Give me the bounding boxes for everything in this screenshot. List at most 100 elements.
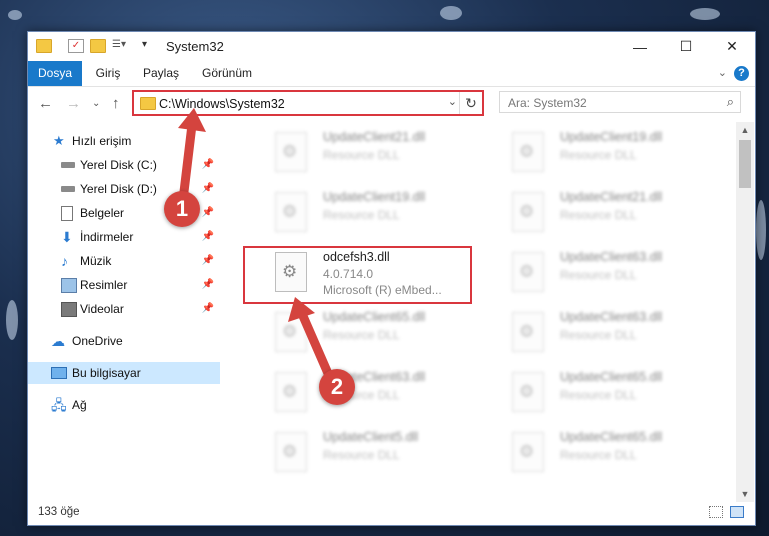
tab-file[interactable]: Dosya xyxy=(28,61,82,86)
file-type: Resource DLL xyxy=(323,328,400,342)
file-list: ⚙ UpdateClient21.dll Resource DLL ⚙ Upda… xyxy=(221,122,735,502)
search-icon[interactable]: ⌕ xyxy=(727,94,734,110)
file-item[interactable]: ⚙ UpdateClient63.dll Resource DLL xyxy=(275,368,505,424)
file-item[interactable]: ⚙ UpdateClient19.dll Resource DLL xyxy=(275,188,505,244)
scroll-up-icon[interactable]: ▲ xyxy=(736,122,754,138)
address-bar[interactable]: C:\Windows\System32 ⌄ ↻ xyxy=(132,90,484,116)
quick-access-dropdown-icon[interactable]: ▾ xyxy=(142,39,156,51)
tab-home[interactable]: Giriş xyxy=(86,61,130,86)
address-dropdown-icon[interactable]: ⌄ xyxy=(448,95,457,108)
navigation-pane: ★ Hızlı erişim Yerel Disk (C:) 📌 Yerel D… xyxy=(28,122,220,502)
maximize-button[interactable]: ☐ xyxy=(663,32,709,61)
download-icon: ⬇ xyxy=(61,229,73,245)
sidebar-item-network[interactable]: 🖧 Ağ xyxy=(28,394,220,416)
sidebar-item-pictures[interactable]: Resimler 📌 xyxy=(28,274,220,296)
scroll-down-icon[interactable]: ▼ xyxy=(736,486,754,502)
callout-1: 1 xyxy=(164,191,200,227)
minimize-button[interactable]: — xyxy=(617,32,663,61)
sidebar-item-downloads[interactable]: ⬇ İndirmeler 📌 xyxy=(28,226,220,248)
item-count: 133 öğe xyxy=(38,506,80,518)
new-folder-icon[interactable] xyxy=(90,39,106,53)
videos-icon xyxy=(61,302,77,317)
gear-icon: ⚙ xyxy=(519,322,535,341)
file-item[interactable]: ⚙ UpdateClient65.dll Resource DLL xyxy=(512,368,735,424)
file-item[interactable]: ⚙ UpdateClient19.dll Resource DLL xyxy=(512,128,735,184)
file-name: UpdateClient19.dll xyxy=(323,190,426,204)
address-path[interactable]: C:\Windows\System32 xyxy=(159,97,285,111)
sidebar-item-label: İndirmeler xyxy=(80,230,134,244)
file-item[interactable]: ⚙ UpdateClient21.dll Resource DLL xyxy=(275,128,505,184)
ribbon-tabs: Dosya Giriş Paylaş Görünüm ⌄ ? xyxy=(28,61,755,87)
pin-icon: 📌 xyxy=(201,231,214,242)
file-name: UpdateClient63.dll xyxy=(560,250,663,264)
sidebar-item-label: OneDrive xyxy=(72,334,123,348)
tab-share[interactable]: Paylaş xyxy=(136,61,186,86)
pin-icon: 📌 xyxy=(201,303,214,314)
file-item[interactable]: ⚙ UpdateClient65.dll Resource DLL xyxy=(275,308,505,364)
file-item[interactable]: ⚙ UpdateClient65.dll Resource DLL xyxy=(512,428,735,484)
highlight-box xyxy=(243,246,472,304)
recent-locations-icon[interactable]: ⌄ xyxy=(92,98,100,109)
sidebar-item-label: Müzik xyxy=(80,254,112,268)
refresh-icon[interactable]: ↻ xyxy=(459,92,482,114)
desktop-background xyxy=(6,300,18,340)
properties-icon[interactable]: ✓ xyxy=(68,39,84,53)
expand-ribbon-icon[interactable]: ⌄ xyxy=(718,66,727,79)
scroll-thumb[interactable] xyxy=(739,140,751,188)
folder-icon xyxy=(140,97,156,110)
gear-icon: ⚙ xyxy=(282,442,298,461)
sidebar-item-label: Yerel Disk (D:) xyxy=(80,182,157,196)
close-button[interactable]: ✕ xyxy=(709,32,755,61)
pictures-icon xyxy=(61,278,77,293)
sidebar-item-this-pc[interactable]: Bu bilgisayar xyxy=(28,362,220,384)
file-name: UpdateClient65.dll xyxy=(560,370,663,384)
documents-icon xyxy=(61,206,73,221)
customize-quick-access-icon[interactable]: ☰▾ xyxy=(112,39,136,51)
sidebar-item-onedrive[interactable]: ☁ OneDrive xyxy=(28,330,220,352)
tab-view[interactable]: Görünüm xyxy=(198,61,256,86)
gear-icon: ⚙ xyxy=(519,262,535,281)
desktop-background xyxy=(690,8,720,20)
file-type: Resource DLL xyxy=(323,208,400,222)
sidebar-item-videos[interactable]: Videolar 📌 xyxy=(28,298,220,320)
file-type: Resource DLL xyxy=(560,148,637,162)
forward-arrow-icon[interactable]: → xyxy=(66,95,81,112)
sidebar-item-label: Ağ xyxy=(72,398,87,412)
file-type: Resource DLL xyxy=(560,448,637,462)
help-icon[interactable]: ? xyxy=(734,66,749,81)
file-type: Resource DLL xyxy=(560,208,637,222)
cloud-icon: ☁ xyxy=(51,333,65,349)
file-item[interactable]: ⚙ UpdateClient63.dll Resource DLL xyxy=(512,308,735,364)
up-arrow-icon[interactable]: ↑ xyxy=(112,95,120,112)
gear-icon: ⚙ xyxy=(519,442,535,461)
file-type: Resource DLL xyxy=(560,388,637,402)
pin-icon: 📌 xyxy=(201,159,214,170)
sidebar-item-label: Belgeler xyxy=(80,206,125,220)
gear-icon: ⚙ xyxy=(282,382,298,401)
sidebar-item-label: Yerel Disk (C:) xyxy=(80,158,157,172)
gear-icon: ⚙ xyxy=(282,142,298,161)
status-bar: 133 öğe xyxy=(28,502,755,524)
sidebar-item-music[interactable]: ♪ Müzik 📌 xyxy=(28,250,220,272)
details-view-icon[interactable] xyxy=(709,506,723,518)
file-name: UpdateClient5.dll xyxy=(323,430,419,444)
search-placeholder[interactable]: Ara: System32 xyxy=(508,96,587,110)
file-item[interactable]: ⚙ UpdateClient5.dll Resource DLL xyxy=(275,428,505,484)
sidebar-item-local-disk-c[interactable]: Yerel Disk (C:) 📌 xyxy=(28,154,220,176)
desktop-background xyxy=(756,200,766,260)
navigation-bar: ← → ⌄ ↑ C:\Windows\System32 ⌄ ↻ Ara: Sys… xyxy=(28,87,755,121)
search-box[interactable]: Ara: System32 ⌕ xyxy=(499,91,741,113)
pin-icon: 📌 xyxy=(201,207,214,218)
file-type: Resource DLL xyxy=(323,448,400,462)
vertical-scrollbar[interactable]: ▲ ▼ xyxy=(736,122,754,502)
sidebar-item-quick-access[interactable]: ★ Hızlı erişim xyxy=(28,130,220,152)
sidebar-item-label: Videolar xyxy=(80,302,124,316)
file-name: UpdateClient63.dll xyxy=(560,310,663,324)
file-item[interactable]: ⚙ UpdateClient63.dll Resource DLL xyxy=(512,248,735,304)
pin-icon: 📌 xyxy=(201,183,214,194)
back-arrow-icon[interactable]: ← xyxy=(38,95,53,112)
file-item[interactable]: ⚙ UpdateClient21.dll Resource DLL xyxy=(512,188,735,244)
pin-icon: 📌 xyxy=(201,255,214,266)
large-icons-view-icon[interactable] xyxy=(730,506,744,518)
title-bar: ✓ ☰▾ ▾ System32 — ☐ ✕ xyxy=(28,32,755,61)
